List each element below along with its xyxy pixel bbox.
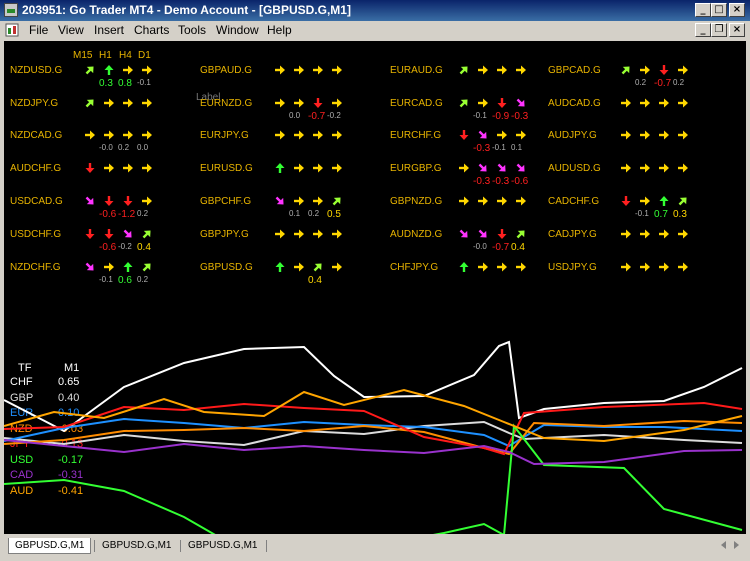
child-close-button[interactable]: × — [729, 23, 745, 37]
chart-tab-1[interactable]: GBPUSD.G,M1 — [8, 538, 92, 554]
maximize-button[interactable]: □ — [711, 3, 727, 17]
menu-window[interactable]: Window — [216, 23, 259, 37]
menu-help[interactable]: Help — [267, 23, 292, 37]
menu-insert[interactable]: Insert — [94, 23, 124, 37]
minimize-button[interactable]: _ — [695, 3, 711, 17]
strength-line — [4, 423, 743, 534]
tab-scroll-arrows[interactable] — [716, 539, 744, 551]
strength-line — [4, 439, 743, 466]
chart-tabs-bar: GBPUSD.G,M1 GBPUSD.G,M1 GBPUSD.G,M1 — [0, 536, 750, 561]
title-bar: 203951: Go Trader MT4 - Demo Account - [… — [0, 0, 750, 21]
child-restore-button[interactable]: ❐ — [711, 23, 727, 37]
tab-separator — [94, 540, 95, 552]
tab-separator — [180, 540, 181, 552]
menu-tools[interactable]: Tools — [178, 23, 206, 37]
strength-line — [4, 401, 743, 456]
menu-file[interactable]: File — [29, 23, 48, 37]
menu-bar: File View Insert Charts Tools Window Hel… — [0, 21, 750, 40]
chart-tab-3[interactable]: GBPUSD.G,M1 — [182, 538, 263, 554]
chart-area[interactable]: M15 H1 H4 D1 Label NZDUSD.G 0.3 0.8 -0.1 NZD… — [4, 41, 746, 534]
window-title: 203951: Go Trader MT4 - Demo Account - [… — [22, 3, 351, 17]
menu-charts[interactable]: Charts — [134, 23, 169, 37]
strength-line — [4, 340, 743, 433]
tab-separator — [266, 540, 267, 552]
chart-tab-2[interactable]: GBPUSD.G,M1 — [96, 538, 177, 554]
strength-lines-plot — [4, 340, 743, 534]
child-minimize-button[interactable]: _ — [695, 23, 711, 37]
chart-doc-icon[interactable] — [5, 23, 19, 37]
close-button[interactable]: × — [729, 3, 745, 17]
app-icon — [4, 3, 18, 17]
menu-view[interactable]: View — [58, 23, 84, 37]
